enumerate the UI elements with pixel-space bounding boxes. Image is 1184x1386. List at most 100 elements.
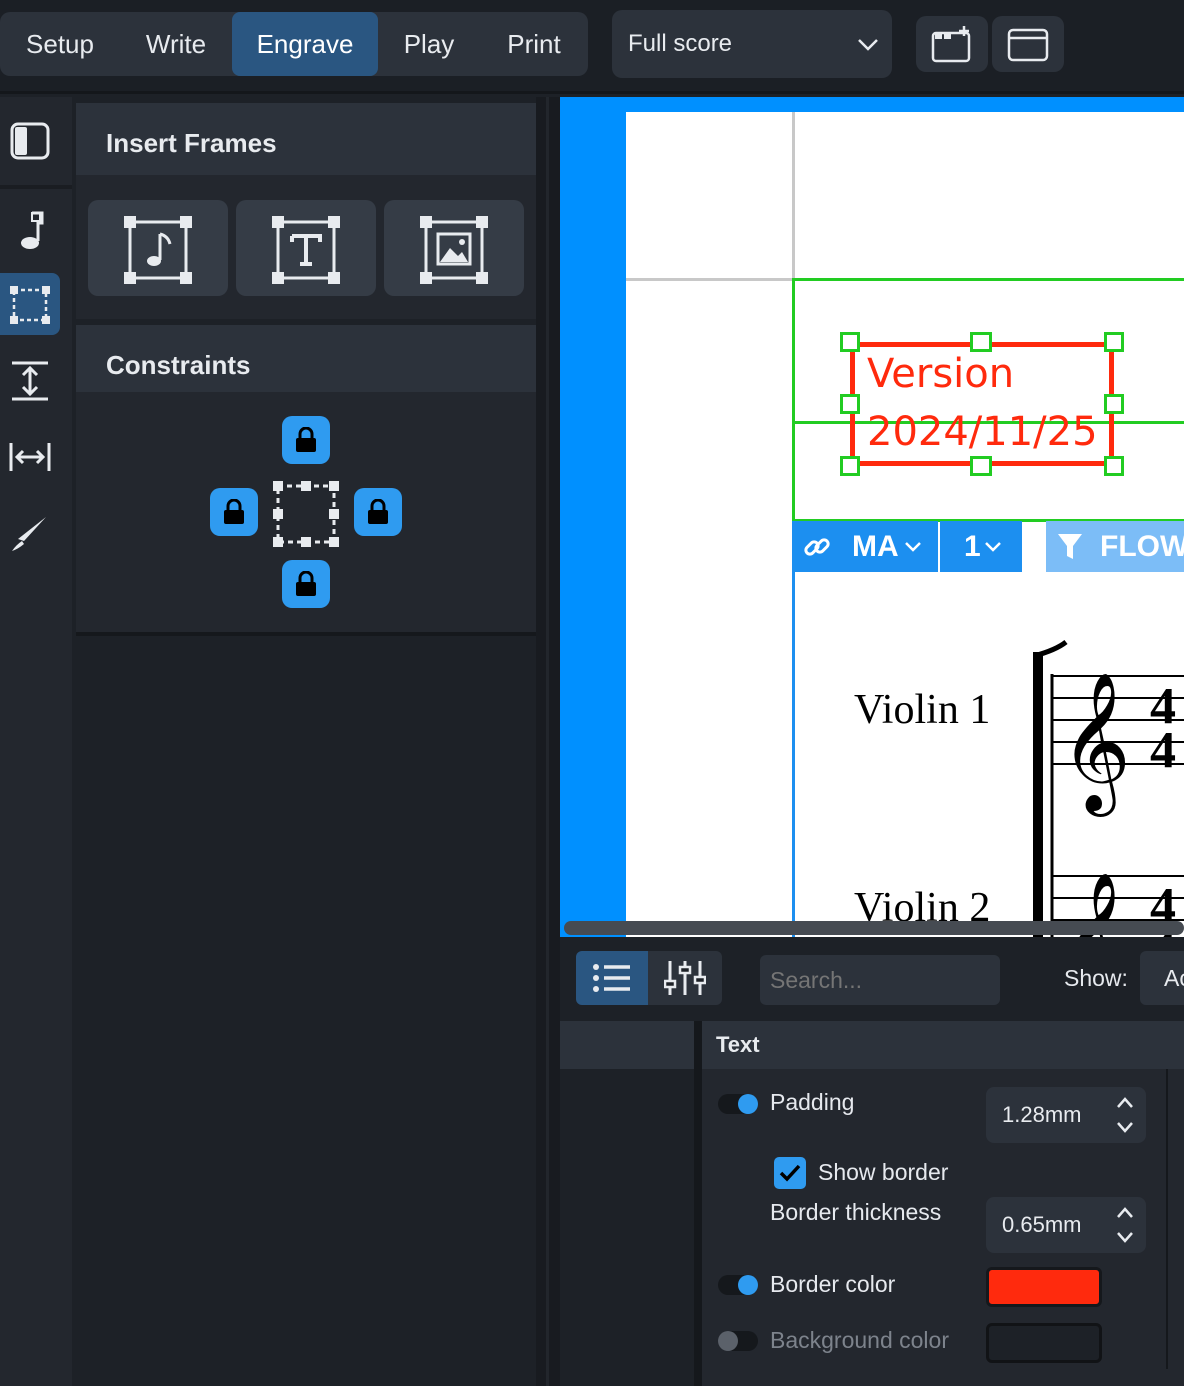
window-icon [1007,28,1049,62]
text-frame-line-1: Version [867,351,1015,397]
show-filter-value: Act [1164,965,1184,991]
mode-switcher: Setup Write Engrave Play Print [0,12,588,76]
mode-play-tab[interactable]: Play [378,12,480,76]
border-thickness-value: 0.65mm [1002,1212,1082,1237]
panel-divider [76,632,536,636]
constraints-header[interactable]: Constraints [76,325,536,397]
padding-stepper[interactable]: 1.28mm [986,1087,1146,1143]
sliders-icon [664,961,706,995]
show-border-label: Show border [818,1159,949,1185]
frame-chain-chip[interactable]: 1 [940,521,1022,572]
padding-value: 1.28mm [1002,1102,1082,1127]
mode-write-tab[interactable]: Write [120,12,232,76]
lock-icon [368,499,388,524]
properties-list-tab[interactable] [576,951,648,1005]
border-color-label: Border color [770,1271,896,1297]
border-thickness-stepper[interactable]: 0.65mm [986,1197,1146,1253]
score-system[interactable]: 𝄞 4 4 𝄞 4 4 [1026,632,1184,937]
show-border-checkbox[interactable] [774,1157,806,1189]
graphic-edit-tool-button[interactable] [0,501,60,563]
border-thickness-label: Border thickness [770,1199,942,1225]
score-canvas[interactable]: Version 2024/11/25 MA 1 FLOW Violin 1 Vi… [560,97,1184,937]
engrave-left-panel: Insert Frames Constraints [76,97,536,1386]
layout-selector-value: Full score [628,30,733,57]
lock-right-button[interactable] [354,488,402,536]
new-tab-button[interactable] [916,16,988,72]
text-frame-line-2: 2024/11/25 [867,409,1098,455]
frame-tool-icon [10,286,50,324]
border-color-swatch[interactable] [986,1267,1102,1307]
layout-selector[interactable]: Full score [612,10,892,78]
mode-setup-tab[interactable]: Setup [0,12,120,76]
frame-handle[interactable] [1104,332,1124,352]
frame-handle[interactable] [840,332,860,352]
frame-tool-button[interactable] [0,273,60,335]
new-window-button[interactable] [992,16,1064,72]
lock-top-button[interactable] [282,416,330,464]
lock-icon [296,571,316,596]
stepper-arrows-icon [1117,1097,1133,1133]
background-color-toggle[interactable] [718,1331,758,1351]
lock-icon [296,427,316,452]
music-frame-icon [124,216,192,284]
insert-music-frame-button[interactable] [88,200,228,296]
panel-splitter[interactable] [536,97,560,1386]
text-frame[interactable]: Version 2024/11/25 [850,342,1114,466]
frame-handle[interactable] [970,456,992,476]
new-tab-icon [931,26,971,63]
insert-text-frame-button[interactable] [236,200,376,296]
chevron-down-icon [905,542,921,552]
time-signature: 4 [1150,722,1176,779]
lock-left-button[interactable] [210,488,258,536]
frame-constraint-icon [273,481,339,547]
padding-label: Padding [770,1089,855,1115]
flow-filter-chip[interactable]: FLOW [1046,521,1184,572]
frame-handle[interactable] [1104,394,1124,414]
chevron-down-icon [985,542,1001,552]
insert-frames-title: Insert Frames [106,128,277,158]
frame-master-page-chip[interactable]: MA [792,521,938,572]
frame-handle[interactable] [840,456,860,476]
link-icon [804,538,830,556]
text-frame-icon [272,216,340,284]
padding-toggle[interactable] [718,1094,758,1114]
treble-clef: 𝄞 [1060,672,1131,817]
note-spacing-icon [9,443,51,471]
properties-search-input[interactable] [760,955,1000,1005]
frame-handle[interactable] [970,332,992,352]
check-icon [779,1164,801,1182]
background-color-label: Background color [770,1327,949,1353]
staff-spacing-icon [12,361,48,401]
frame-handle[interactable] [1104,456,1124,476]
horizontal-scrollbar[interactable] [564,921,1184,935]
staff-spacing-tool-button[interactable] [0,349,60,411]
engrave-toolstrip [0,97,72,1386]
insert-frames-header[interactable]: Insert Frames [76,103,536,175]
frame-handle[interactable] [840,394,860,414]
chevron-down-icon [858,39,878,51]
lock-bottom-button[interactable] [282,560,330,608]
note-tool-icon [21,211,44,249]
stepper-arrows-icon [1117,1207,1133,1243]
properties-panel: Show: Act Text Padding 1.28mm Show borde… [560,937,1184,1386]
left-panel-toggle-button[interactable] [0,109,60,171]
insert-graphics-frame-button[interactable] [384,200,524,296]
toggle-knob [738,1094,758,1114]
show-filter-select[interactable]: Act [1140,951,1184,1005]
toggle-knob [718,1331,738,1351]
properties-group-list-item[interactable] [560,1021,694,1069]
mode-print-tab[interactable]: Print [480,12,588,76]
note-spacing-tool-button[interactable] [0,425,60,487]
graphics-frame-icon [420,216,488,284]
properties-mixer-tab[interactable] [648,951,722,1005]
mode-engrave-tab[interactable]: Engrave [232,12,378,76]
toggle-knob [738,1275,758,1295]
border-color-toggle[interactable] [718,1275,758,1295]
properties-divider [694,1021,702,1386]
graphic-note-tool-button[interactable] [0,199,60,261]
properties-right-edge [1166,1069,1168,1369]
top-toolbar: Setup Write Engrave Play Print Full scor… [0,0,1184,94]
text-group-header[interactable]: Text [702,1021,1184,1069]
music-frame-edge [792,522,795,937]
background-color-swatch[interactable] [986,1323,1102,1363]
